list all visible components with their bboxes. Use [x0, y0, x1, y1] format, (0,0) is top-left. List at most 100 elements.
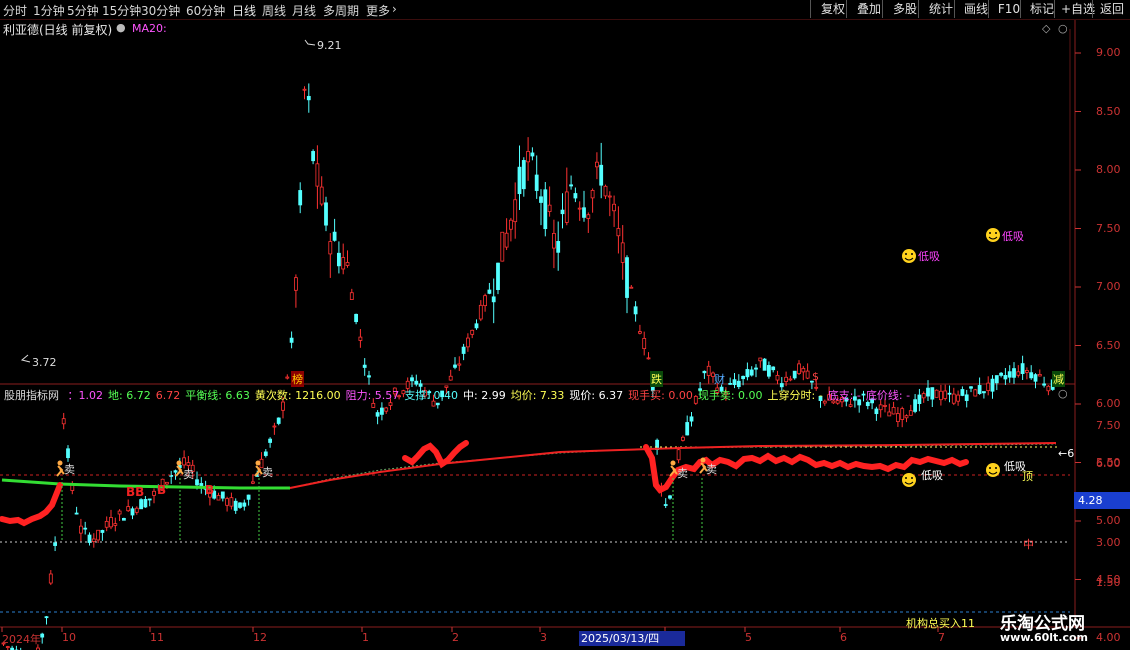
candle-body — [91, 538, 96, 542]
candle-body — [496, 262, 500, 291]
candle-body — [526, 151, 530, 163]
candle-body — [775, 375, 780, 381]
price-axis-label: 9.00 — [1096, 46, 1121, 59]
candle-body — [706, 365, 711, 376]
candle-body — [586, 214, 591, 219]
candle-body — [246, 494, 251, 500]
candle-body — [745, 369, 750, 378]
indicator-field: 底价线: - — [865, 389, 911, 402]
candle-body — [139, 499, 144, 510]
indicator-field: 平衡线: 6.63 — [185, 389, 250, 402]
candle-body — [220, 491, 225, 499]
candle-body — [293, 277, 298, 291]
candle-body — [298, 190, 303, 206]
candle-body — [990, 378, 995, 392]
candle-body — [311, 151, 316, 162]
candle-body — [960, 389, 965, 396]
candle-body — [229, 497, 234, 507]
candle-body — [315, 163, 320, 187]
candle-body — [638, 331, 642, 334]
candle-body — [982, 391, 986, 394]
candle-body — [79, 525, 83, 534]
candle-body — [453, 364, 457, 368]
candle-body — [272, 425, 277, 428]
candle-body — [195, 479, 199, 486]
indicator-field: 黄次数: 1216.00 — [254, 389, 341, 402]
indicator-field: 中: 2.99 — [463, 389, 506, 402]
candle-body — [388, 402, 393, 406]
candle-body — [242, 502, 247, 507]
candle-body — [788, 378, 793, 381]
candle-body — [332, 231, 337, 241]
date-axis-label: 7 — [938, 631, 945, 644]
candle-body — [109, 517, 113, 528]
candle-body — [629, 286, 634, 289]
price-axis-label: 7.00 — [1096, 280, 1121, 293]
candle-body — [543, 189, 548, 230]
candle-body — [900, 408, 905, 420]
indicator-name: 股朋指标网 — [4, 389, 59, 402]
candle-body — [250, 481, 255, 484]
candle-body — [414, 380, 419, 385]
candle-body — [771, 366, 776, 371]
low-price-label: 3.72 — [32, 356, 57, 369]
event-tag-finance[interactable]: 财 — [714, 371, 725, 387]
red-band-left — [0, 482, 63, 527]
event-tag-reduce[interactable]: 减 — [1052, 371, 1065, 387]
price-axis-label: 8.00 — [1096, 163, 1121, 176]
price-axis-label: 8.50 — [1096, 104, 1121, 118]
candle-body — [96, 529, 100, 541]
event-tag-rank[interactable]: 榜 — [291, 371, 304, 387]
indicator-field: 均价: 7.33 — [510, 389, 565, 402]
candle-body — [134, 507, 139, 513]
candle-body — [435, 402, 440, 406]
candle-body — [999, 372, 1003, 376]
candle-body — [500, 231, 505, 262]
red-band-mid — [402, 440, 469, 469]
candle-body — [994, 375, 999, 384]
candle-body — [345, 262, 350, 266]
candle-body — [728, 382, 733, 385]
circle-icon[interactable]: ○ — [1058, 22, 1068, 35]
candle-body — [324, 202, 328, 226]
buy-label: B — [157, 483, 167, 497]
candle-body — [633, 306, 638, 315]
event-tag-drop[interactable]: 跌 — [650, 371, 663, 387]
candle-body — [577, 207, 582, 210]
candle-body — [685, 422, 690, 436]
ind-axis-tick: 3.00 — [1096, 536, 1121, 549]
candle-body — [371, 402, 376, 408]
sell-label: 卖 — [706, 463, 717, 476]
candle-body — [238, 502, 242, 508]
candle-body — [104, 520, 109, 528]
circle-icon[interactable]: ○ — [1058, 387, 1068, 400]
candle-body — [607, 195, 612, 198]
candle-body — [379, 407, 384, 415]
candle-body — [474, 323, 479, 329]
candle-body — [341, 257, 346, 270]
candle-body — [143, 499, 148, 508]
cursor-date: 2025/03/13/四 — [579, 631, 685, 646]
candle-body — [943, 390, 948, 399]
candle-body — [801, 367, 806, 373]
candle-body — [702, 370, 707, 374]
candle-body — [491, 296, 496, 303]
diamond-icon[interactable]: ◇ — [1042, 22, 1050, 35]
top-label: 顶 — [1022, 470, 1033, 483]
candle-body — [457, 363, 462, 366]
mid-marker: 中 — [1023, 538, 1034, 551]
candle-body — [225, 498, 230, 506]
candle-body — [117, 510, 122, 515]
candle-body — [848, 404, 853, 407]
candle-body — [173, 470, 178, 473]
candle-body — [964, 394, 969, 401]
candle-body — [147, 498, 152, 501]
candle-body — [483, 295, 488, 307]
candle-body — [478, 304, 483, 320]
candle-body — [590, 190, 595, 199]
candle-body — [1007, 371, 1012, 378]
event-tag-dividend[interactable]: $ — [812, 370, 819, 383]
indicator-header: 股朋指标网 ：1.02 地: 6.72 6.72 平衡线: 6.63 黄次数: 1216… — [4, 387, 920, 403]
candle-body — [887, 411, 892, 417]
signal-label: 低吸 — [1002, 230, 1024, 243]
